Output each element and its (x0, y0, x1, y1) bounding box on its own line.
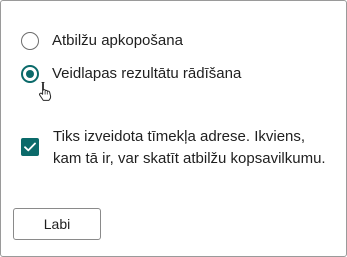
radio-summary-button[interactable] (21, 32, 39, 50)
hand-pointer-icon (39, 82, 52, 101)
radio-form-results-label: Veidlapas rezultātu rādīšana (52, 65, 242, 82)
ok-button[interactable]: Labi (13, 208, 101, 240)
radio-option-form-results[interactable]: Veidlapas rezultātu rādīšana (21, 64, 241, 84)
share-link-label: Tiks izveidota tīmekļa adrese. Ikviens, … (53, 128, 326, 167)
checkmark-icon (24, 142, 36, 152)
radio-summary-label: Atbilžu apkopošana (52, 32, 183, 49)
share-link-checkbox[interactable] (21, 138, 39, 156)
dialog-panel: Atbilžu apkopošana Veidlapas rezultātu r… (0, 0, 347, 257)
share-link-option[interactable]: Tiks izveidota tīmekļa adrese. Ikviens, … (21, 126, 333, 170)
radio-option-summary[interactable]: Atbilžu apkopošana (21, 31, 183, 51)
